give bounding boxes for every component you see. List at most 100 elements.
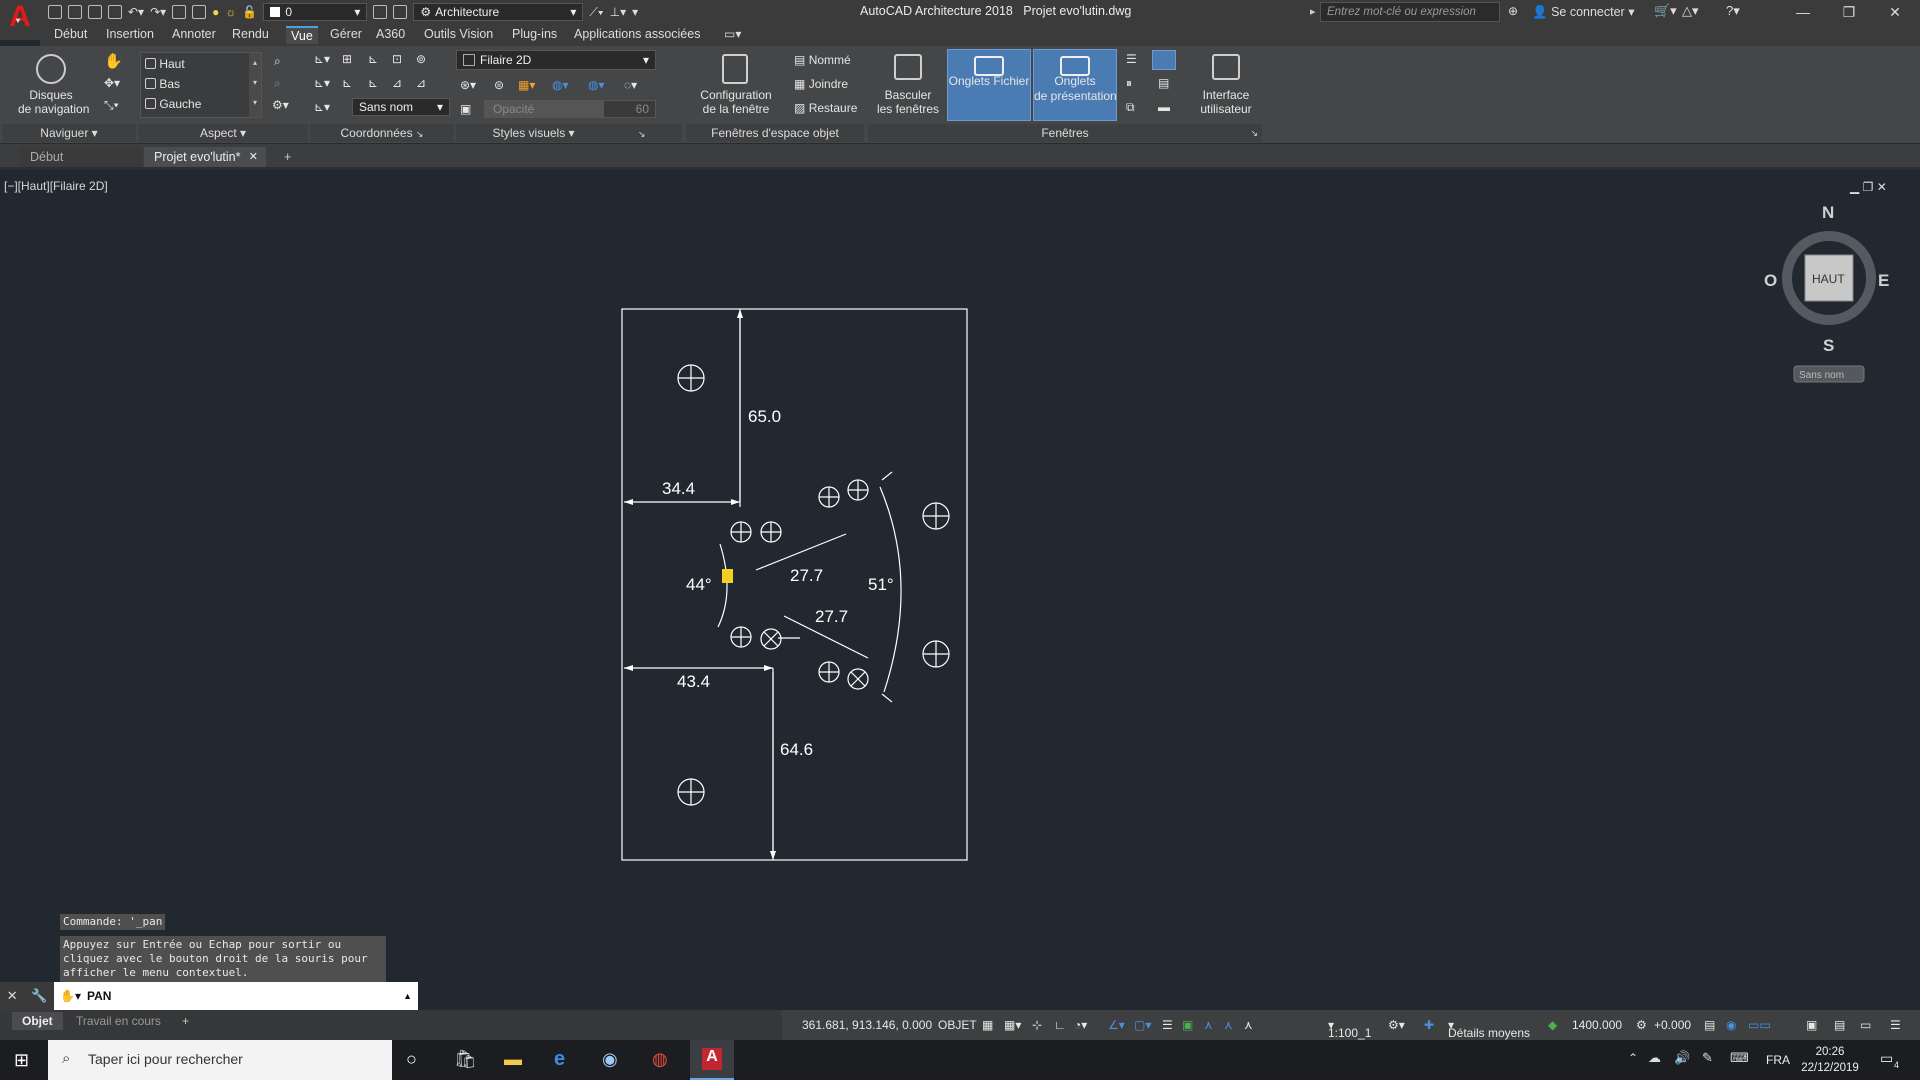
shadow-icon[interactable]: ◍▾ <box>588 78 605 92</box>
switch-windows-icon[interactable] <box>894 54 922 80</box>
add-icon[interactable]: ✚ <box>1424 1018 1434 1032</box>
panel-coordinates[interactable]: Coordonnées ↘ <box>310 124 454 142</box>
dim-text[interactable]: 43.4 <box>677 672 710 691</box>
pen-icon[interactable]: ✎ <box>1702 1050 1713 1066</box>
save-icon[interactable] <box>88 5 102 19</box>
ucs-menu-label[interactable]: Sans nom <box>1799 370 1844 381</box>
xray-icon[interactable]: ▣ <box>460 102 471 116</box>
open-file-icon[interactable] <box>68 5 82 19</box>
menu-tab-9[interactable]: Applications associées <box>574 27 700 41</box>
ucs-z-icon[interactable]: ⊚ <box>416 52 426 66</box>
ucs-named-icon[interactable]: ⊾▾ <box>314 100 330 114</box>
command-input[interactable]: PAN <box>87 989 111 1003</box>
autocad-taskbar-button[interactable]: A <box>690 1040 734 1080</box>
annotation-visibility-icon[interactable]: ⋏ <box>1224 1018 1233 1032</box>
close-button[interactable]: ✕ <box>1872 0 1918 24</box>
views-gallery[interactable]: Haut Bas Gauche ▴ ▾ ▾ <box>140 52 262 118</box>
layer-properties-icon[interactable] <box>192 5 207 19</box>
dim-text[interactable]: 27.7 <box>790 566 823 585</box>
clean-screen-icon[interactable]: ▭▭ <box>1748 1018 1771 1032</box>
dim-text[interactable]: 44° <box>686 575 712 594</box>
properties-icon[interactable]: ▣ <box>1806 1018 1817 1032</box>
drawing-canvas[interactable]: 65.0 34.4 27.7 44° 51° 27.7 43.4 64.6 N … <box>0 172 1920 992</box>
volume-icon[interactable]: 🔊 <box>1674 1050 1690 1066</box>
compass-east[interactable]: E <box>1878 271 1889 290</box>
named-viewports-button[interactable]: ▤ Nommé <box>794 53 851 67</box>
store-icon[interactable]: 🛍 <box>454 1049 477 1070</box>
help-icon[interactable]: ?▾ <box>1726 3 1740 19</box>
layer-dropdown[interactable]: 0 ▾ <box>263 3 368 21</box>
model-space-toggle[interactable]: OBJET <box>938 1018 977 1032</box>
isodraft-icon[interactable]: ∠▾ <box>1108 1018 1125 1032</box>
zoom-extents-icon[interactable]: ⤡▾ <box>104 98 119 113</box>
undo-icon[interactable]: ↶▾ <box>128 5 144 19</box>
grid-icon[interactable]: ▦ <box>982 1018 993 1032</box>
wrench-icon[interactable]: 🔧 <box>31 988 47 1004</box>
osnap-icon[interactable]: ▢▾ <box>1134 1018 1151 1032</box>
user-interface-button[interactable]: Interface utilisateur <box>1190 88 1262 116</box>
steering-wheel-icon[interactable] <box>36 54 66 84</box>
opacity-slider[interactable]: Opacité 60 <box>484 100 656 118</box>
viewport-config-icon[interactable] <box>722 54 748 84</box>
transparency-icon[interactable]: ▣ <box>1182 1018 1193 1032</box>
command-line-icon[interactable]: ▬ <box>1158 100 1170 114</box>
zoom-previous-icon[interactable]: ⌕ <box>274 76 281 91</box>
ucs-x-icon[interactable]: ⊾ <box>368 52 378 66</box>
coordinates-readout[interactable]: 361.681, 913.146, 0.000 <box>802 1018 932 1032</box>
cascade-icon[interactable]: ⧉ <box>1126 100 1135 115</box>
layout-tabs-button[interactable]: Onglets de présentation <box>1033 49 1117 121</box>
notification-icon[interactable]: ▭ <box>1880 1050 1893 1067</box>
menu-tab-4[interactable]: Vue <box>286 26 318 44</box>
ribbon-options-icon[interactable]: ▭▾ <box>724 27 741 41</box>
hardware-accel-icon[interactable]: ◉ <box>1726 1018 1736 1032</box>
visual-gear-icon[interactable]: ⚙▾ <box>272 98 289 112</box>
offset-value[interactable]: +0.000 <box>1654 1018 1691 1032</box>
layer-state-icon[interactable] <box>373 5 388 19</box>
command-line[interactable]: ✕ 🔧 ✋▾ PAN ▲ <box>0 982 418 1010</box>
viewport-config-button[interactable]: Configuration de la fenêtre <box>698 88 774 116</box>
polar-icon[interactable]: ◔▾ <box>1074 1018 1087 1032</box>
shading-icon[interactable]: ⊛▾ <box>460 78 476 92</box>
panel-navigate[interactable]: Naviguer ▾ <box>2 124 136 142</box>
menu-tab-6[interactable]: A360 <box>376 27 405 41</box>
gallery-scroll[interactable]: ▴ ▾ ▾ <box>249 53 261 117</box>
ucs-y-icon[interactable]: ⊡ <box>392 52 402 66</box>
match-properties-icon[interactable] <box>172 5 187 19</box>
menu-tab-3[interactable]: Rendu <box>232 27 269 41</box>
file-tab-start[interactable]: Début <box>20 147 142 167</box>
menu-tab-7[interactable]: Outils Vision <box>424 27 493 41</box>
lighting-icon[interactable]: ⊜ <box>494 78 504 92</box>
autoscale-icon[interactable]: ⋏ <box>1244 1018 1253 1032</box>
menu-tab-5[interactable]: Gérer <box>330 27 362 41</box>
close-tab-icon[interactable]: ✕ <box>249 150 258 163</box>
view-item-top[interactable]: Haut <box>145 57 185 71</box>
onedrive-icon[interactable]: ☁ <box>1648 1050 1661 1066</box>
file-tabs-button[interactable]: Onglets Fichier <box>947 49 1031 121</box>
polyline-icon[interactable]: ⟋▾ <box>589 5 603 20</box>
lightbulb-icon[interactable]: ● <box>212 5 219 19</box>
workspace-gear-icon[interactable]: ⚙▾ <box>1388 1018 1405 1032</box>
menu-tab-8[interactable]: Plug-ins <box>512 27 557 41</box>
elevation-value[interactable]: 1400.000 <box>1572 1018 1622 1032</box>
color-icon[interactable]: ▦▾ <box>518 78 535 92</box>
ucs-origin-icon[interactable]: ⊾▾ <box>314 76 330 90</box>
minimize-button[interactable]: — <box>1780 0 1826 24</box>
ucs-dropdown[interactable]: Sans nom ▾ <box>352 98 450 116</box>
dim-text[interactable]: 51° <box>868 575 894 594</box>
ortho-icon[interactable]: ∟ <box>1054 1018 1066 1032</box>
ucs-object-icon[interactable]: ⊿ <box>392 76 402 90</box>
toolbar-toggle-icon[interactable] <box>1152 50 1176 70</box>
customize-qa-icon[interactable]: ▾ <box>632 5 638 19</box>
lineweight-icon[interactable]: ☰ <box>1162 1018 1173 1032</box>
autodesk-a360-icon[interactable]: △▾ <box>1682 3 1699 19</box>
layout-icon[interactable]: ▤ <box>1834 1018 1845 1032</box>
ucs-3point-icon[interactable]: ⊿ <box>416 76 426 90</box>
ucs-face-icon[interactable]: ⊾ <box>342 76 352 90</box>
viewcube[interactable]: N S E O HAUT <box>1764 203 1889 355</box>
menu-tab-1[interactable]: Insertion <box>106 27 154 41</box>
status-bar-icon[interactable]: ▤ <box>1158 76 1169 90</box>
fullscreen-icon[interactable]: ▭ <box>1860 1018 1871 1032</box>
panel-visual-styles[interactable]: Styles visuels ▾ ↘ <box>456 124 682 142</box>
keyboard-icon[interactable]: ⌨ <box>1730 1050 1749 1066</box>
menu-tab-0[interactable]: Début <box>54 27 87 41</box>
